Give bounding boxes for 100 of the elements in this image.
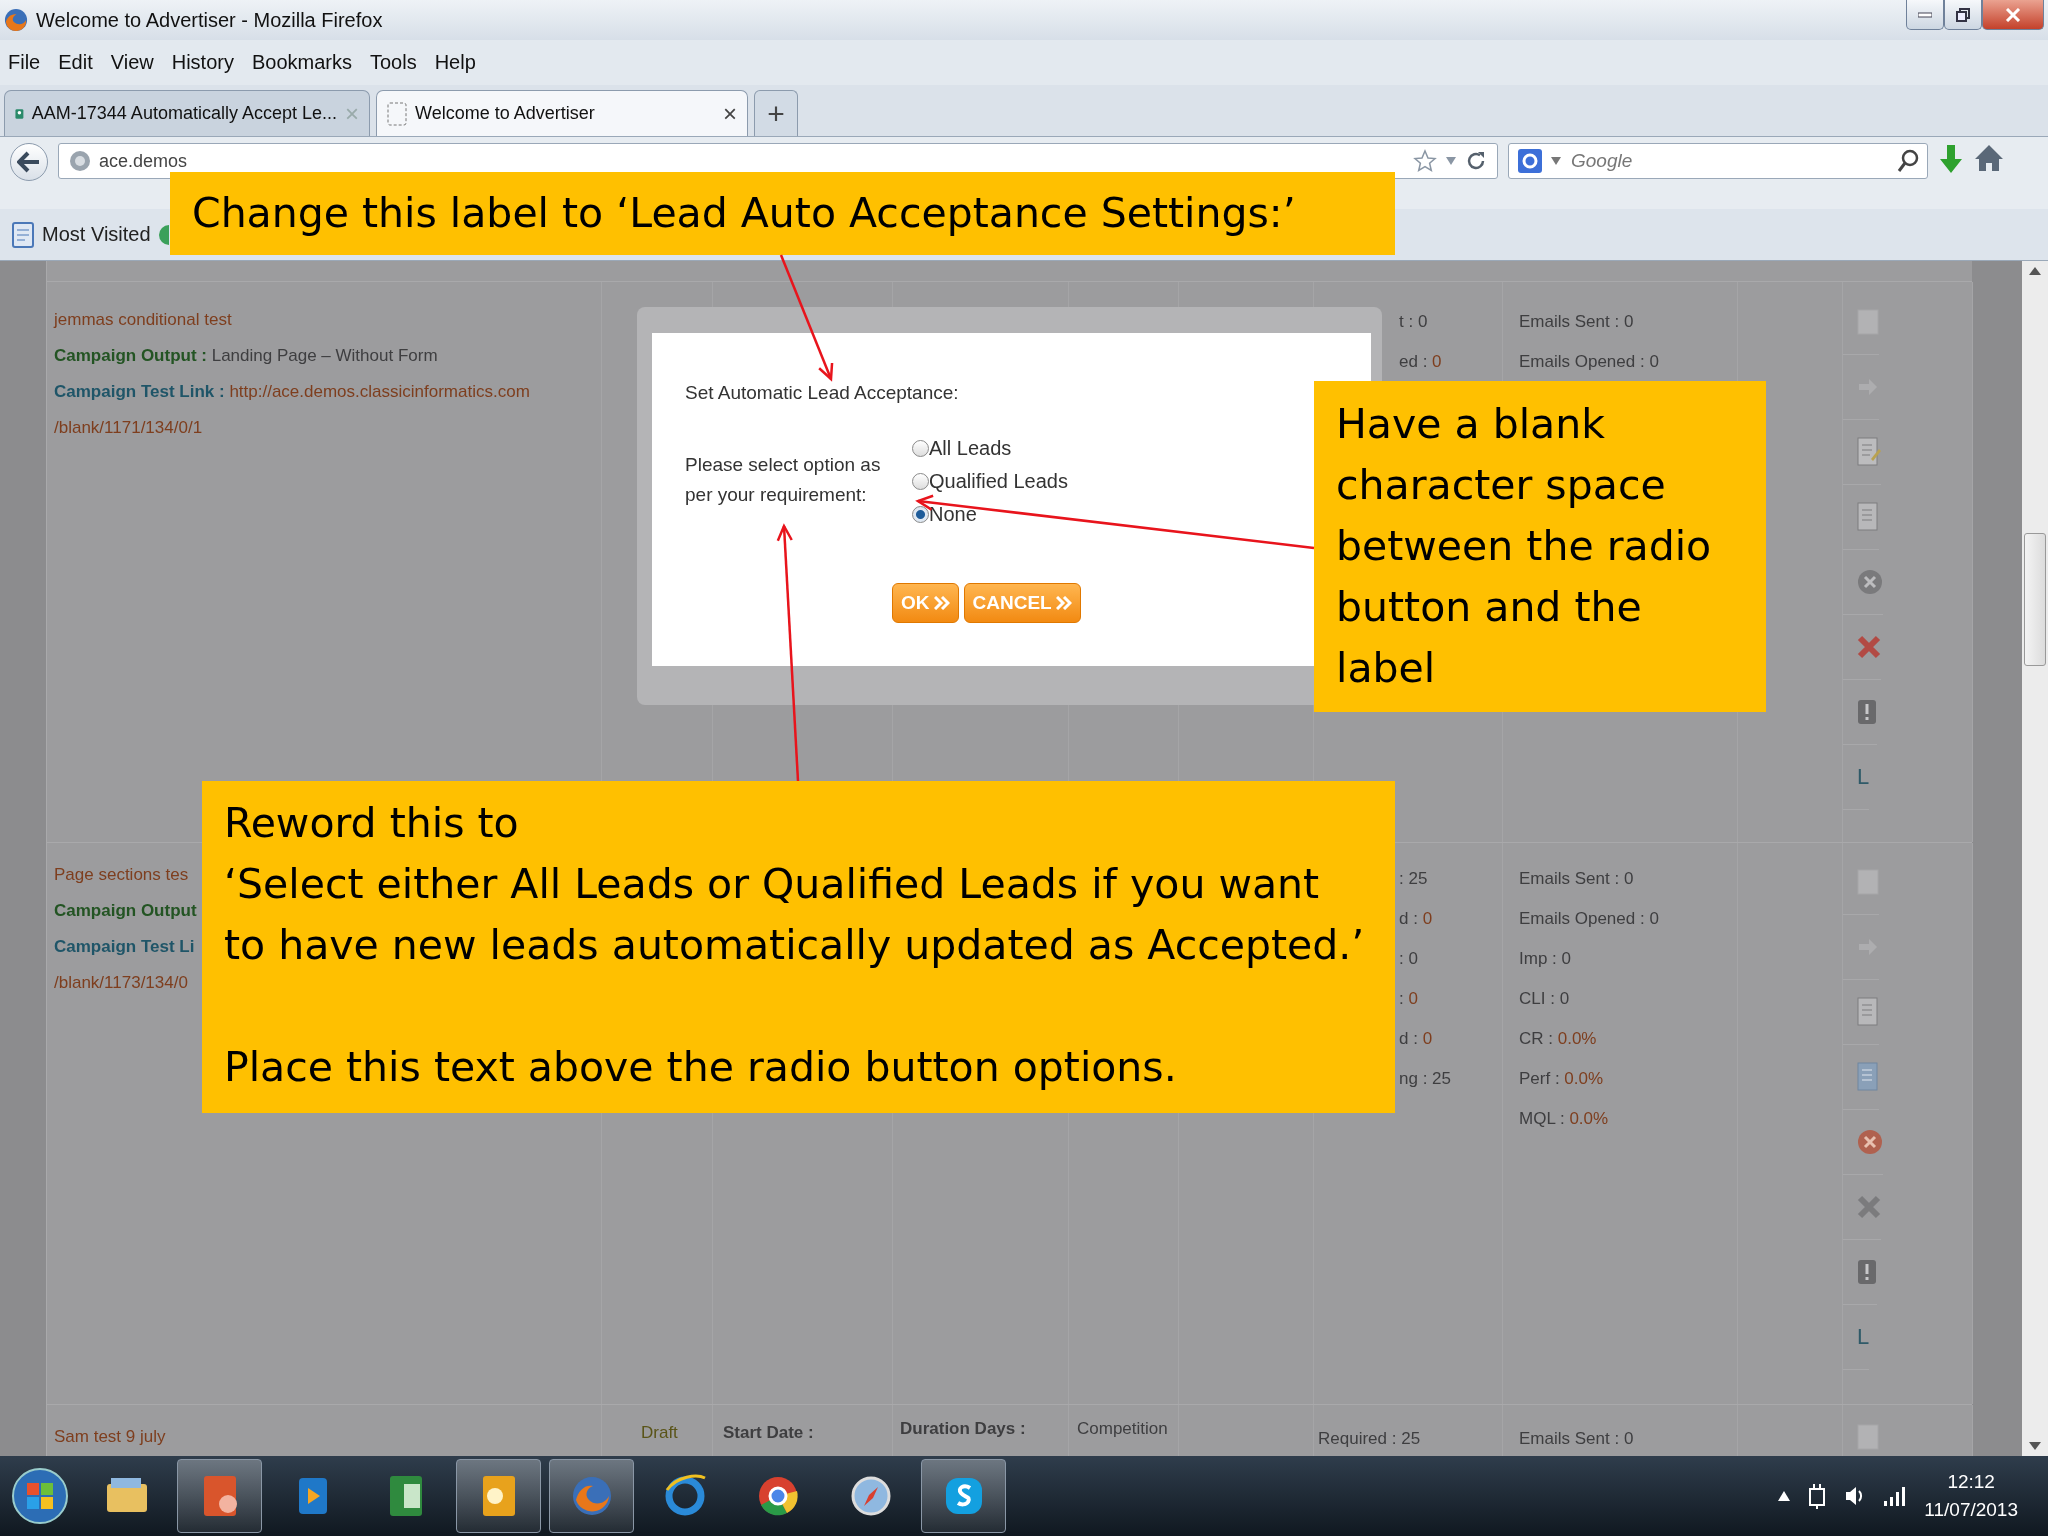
dropdown-icon xyxy=(1551,157,1561,165)
windows-logo-icon xyxy=(11,1467,69,1525)
browser-tab[interactable]: Welcome to Advertiser × xyxy=(376,90,748,136)
tab-close-button[interactable]: × xyxy=(723,99,737,128)
status-text: Draft xyxy=(641,1422,678,1444)
url-text: ace.demos xyxy=(99,150,188,172)
browser-tab[interactable]: AAM-17344 Automatically Accept Le... × xyxy=(4,90,370,136)
radio-button[interactable] xyxy=(912,473,929,490)
search-box[interactable]: Google xyxy=(1508,143,1928,179)
email-stat-text: Emails Sent : 0 xyxy=(1519,311,1634,333)
close-icon xyxy=(2005,7,2021,22)
chevron-icon xyxy=(933,596,950,610)
scrollbar-thumb[interactable] xyxy=(2024,533,2046,666)
menu-item[interactable]: Help xyxy=(434,51,476,74)
stat-text: t : 0 xyxy=(1399,311,1428,333)
tray-expand-icon[interactable] xyxy=(1778,1491,1791,1501)
minimize-button[interactable] xyxy=(1906,0,1944,30)
duration-label: Duration Days : xyxy=(900,1418,1026,1440)
radio-label: Qualified Leads xyxy=(929,470,1068,493)
restore-button[interactable] xyxy=(1944,0,1982,30)
taskbar-button[interactable] xyxy=(456,1459,541,1533)
taskbar-button[interactable] xyxy=(921,1459,1006,1533)
email-stat-text: Emails Sent : 0 xyxy=(1519,868,1634,890)
window-title: Welcome to Advertiser - Mozilla Firefox xyxy=(36,8,383,32)
menu-item[interactable]: View xyxy=(110,51,154,74)
document-icon xyxy=(1857,1062,1879,1092)
back-arrow-icon xyxy=(17,151,41,173)
email-stat-text: Emails Sent : 0 xyxy=(1519,1428,1634,1450)
dialog-title: Set Automatic Lead Acceptance: xyxy=(685,382,960,404)
campaign-output: Campaign Output : Landing Page – Without Form xyxy=(54,345,438,367)
stat-text: : 0 xyxy=(1399,988,1418,1010)
alert-icon xyxy=(1857,1259,1877,1285)
stat-text: : 0 xyxy=(1399,948,1418,970)
tab-label: Welcome to Advertiser xyxy=(415,103,595,124)
remove-icon xyxy=(1857,1129,1883,1155)
email-stat-text: Emails Opened : 0 xyxy=(1519,351,1659,373)
scrollbar[interactable] xyxy=(2022,261,2048,1456)
firefox-icon xyxy=(4,8,28,32)
dropdown-icon xyxy=(1445,156,1457,166)
annotation-text: Place this text above the radio button options. xyxy=(224,1042,1178,1093)
email-stat-text: Emails Opened : 0 xyxy=(1519,908,1659,930)
dialog-prompt: Please select option as per your requirement: xyxy=(685,453,882,507)
taskbar-button[interactable] xyxy=(177,1459,262,1533)
chevron-icon xyxy=(1055,596,1072,610)
radio-label: None xyxy=(929,503,977,526)
menu-item[interactable]: Tools xyxy=(369,51,417,74)
star-icon xyxy=(1413,149,1437,173)
stat-text: : 25 xyxy=(1399,868,1428,890)
globe-icon xyxy=(158,224,169,245)
minimize-icon xyxy=(1918,11,1932,18)
radio-label: All Leads xyxy=(929,437,1012,460)
menu-item[interactable]: History xyxy=(171,51,234,74)
new-tab-button[interactable]: + xyxy=(754,90,798,136)
bookmark-item[interactable]: Most Visited xyxy=(12,221,151,248)
search-engine-icon xyxy=(1517,148,1543,174)
menu-item[interactable]: Bookmarks xyxy=(251,51,352,74)
campaign-path: /blank/1171/134/0/1 xyxy=(54,417,203,439)
search-field[interactable]: Google xyxy=(1569,149,1889,173)
document-icon xyxy=(1857,997,1879,1027)
edit-document-icon xyxy=(1857,437,1881,467)
document-icon xyxy=(1857,502,1879,532)
download-icon[interactable] xyxy=(1938,143,1964,175)
power-icon[interactable] xyxy=(1808,1483,1827,1509)
email-stat-text: CR : 0.0% xyxy=(1519,1028,1597,1050)
menu-item[interactable]: Edit xyxy=(58,51,93,74)
close-button[interactable] xyxy=(1982,0,2044,30)
delete-icon xyxy=(1857,634,1881,660)
remove-icon xyxy=(1857,569,1883,595)
tab-label: AAM-17344 Automatically Accept Le... xyxy=(31,103,337,124)
email-stat-text: Imp : 0 xyxy=(1519,948,1571,970)
stat-text: ed : 0 xyxy=(1399,351,1442,373)
annotation-text: Reword this to xyxy=(224,798,520,849)
search-icon xyxy=(1897,149,1919,173)
start-date-label: Start Date : xyxy=(723,1422,814,1444)
signal-icon[interactable] xyxy=(1884,1486,1907,1506)
annotation-text: Change this label to ‘Lead Auto Acceptance Settings:’ xyxy=(192,188,1297,239)
email-stat-text: Perf : 0.0% xyxy=(1519,1068,1604,1090)
radio-button[interactable] xyxy=(912,506,929,523)
menu-item[interactable]: File xyxy=(8,51,41,74)
scroll-down-icon xyxy=(2029,1442,2041,1450)
alert-icon xyxy=(1857,699,1877,725)
competition-label: Competition xyxy=(1077,1418,1168,1440)
delete-icon xyxy=(1857,1194,1881,1220)
restore-icon xyxy=(1956,7,1970,22)
stat-text: Required : 25 xyxy=(1318,1428,1421,1450)
stat-text: d : 0 xyxy=(1399,908,1433,930)
back-button[interactable] xyxy=(10,143,48,181)
stat-text: d : 0 xyxy=(1399,1028,1433,1050)
annotation-text: ‘Select either All Leads or Qualified Leads if you want to have new leads automatically updated as Accepted.’ xyxy=(224,859,1366,971)
clock-time: 12:12 xyxy=(1947,1470,1995,1494)
email-stat-text: MQL : 0.0% xyxy=(1519,1108,1609,1130)
bookmark-page-icon xyxy=(12,221,34,248)
stat-text: ng : 25 xyxy=(1399,1068,1451,1090)
email-stat-text: CLI : 0 xyxy=(1519,988,1570,1010)
radio-button[interactable] xyxy=(912,440,929,457)
scroll-up-icon xyxy=(2029,267,2041,275)
clock-date: 11/07/2013 xyxy=(1924,1498,2018,1522)
page-icon xyxy=(387,101,407,126)
home-icon[interactable] xyxy=(1974,143,2004,173)
annotation-text: Have a blank character space between the radio button and the label xyxy=(1336,399,1713,694)
